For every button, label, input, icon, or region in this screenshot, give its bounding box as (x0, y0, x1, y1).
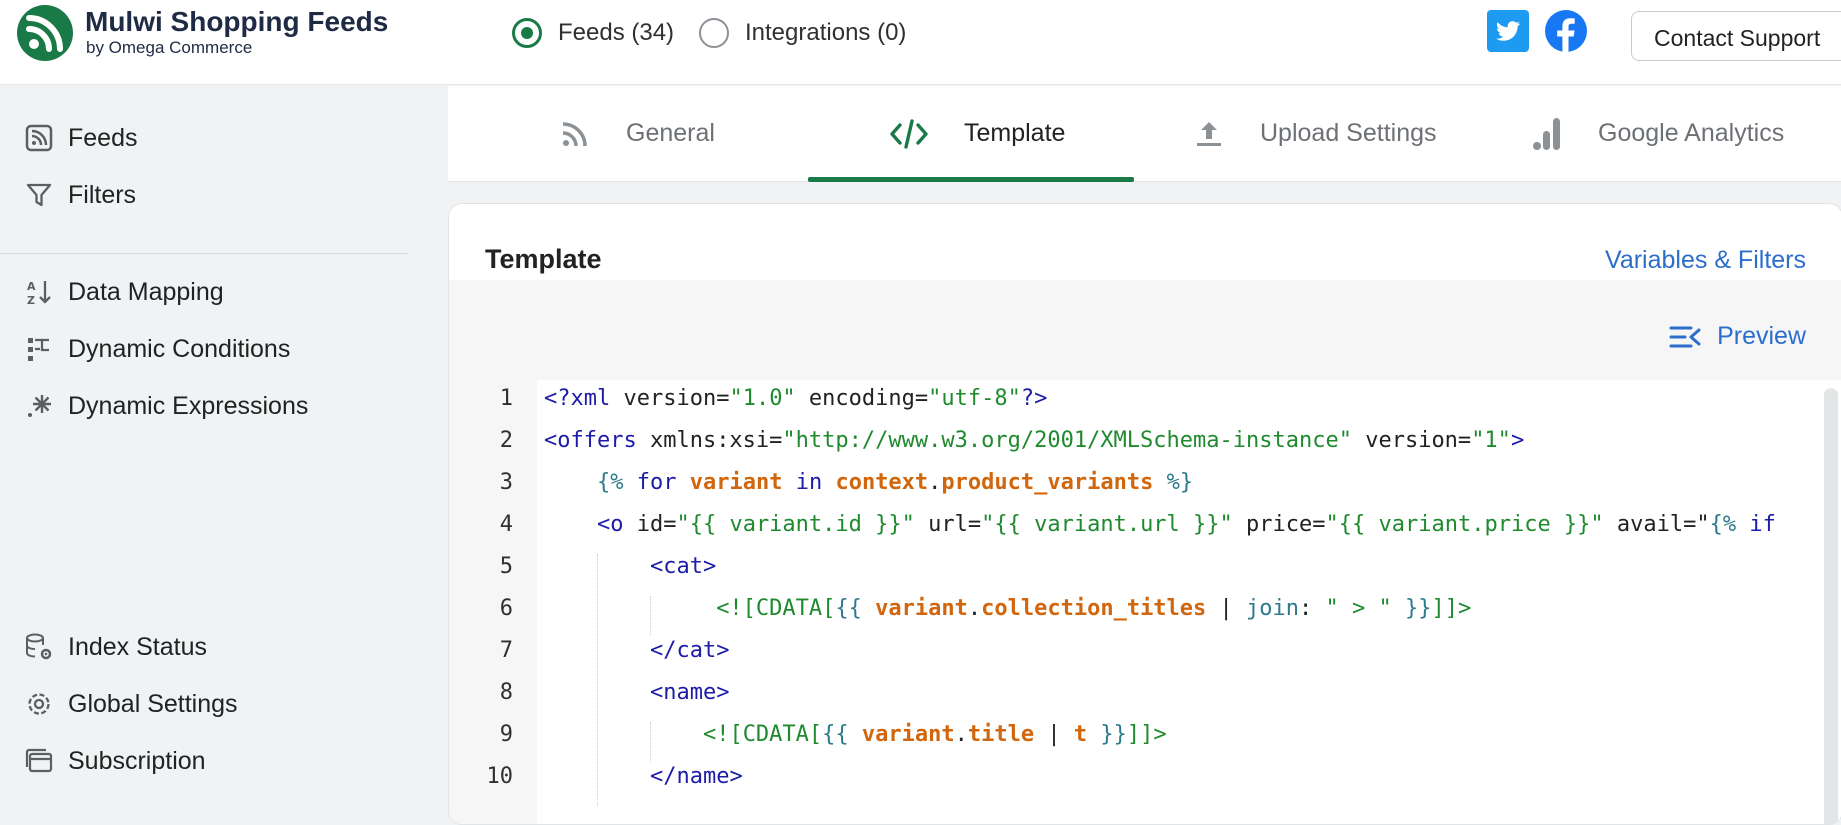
facebook-icon[interactable] (1545, 10, 1587, 52)
editor-toolbar: Preview (449, 280, 1841, 380)
code-line: </cat> (649, 638, 730, 663)
editor-scrollbar[interactable] (1824, 388, 1838, 824)
svg-text:A: A (27, 280, 36, 293)
sidebar-item-index-status[interactable]: Index Status (22, 627, 207, 667)
tab-label: General (626, 119, 715, 147)
rss-icon (560, 119, 590, 149)
contact-support-button[interactable]: Contact Support (1631, 11, 1841, 61)
sort-az-icon: AZ (22, 275, 56, 309)
sidebar-item-label: Filters (68, 180, 137, 209)
sidebar-item-label: Global Settings (68, 689, 238, 718)
radio-selected-icon (512, 18, 542, 48)
gear-icon (22, 687, 56, 721)
code-line: <![CDATA[{{ variant.title | t }}]]> (702, 722, 1167, 747)
line-number: 1 (499, 386, 513, 411)
feed-tabs: General Template Upload Settings Google … (448, 86, 1841, 182)
preview-icon (1669, 326, 1701, 347)
radio-unselected-icon (699, 18, 729, 48)
sidebar-item-label: Subscription (68, 746, 206, 775)
database-gear-icon (22, 630, 56, 664)
analytics-icon (1532, 117, 1562, 151)
line-gutter: 1 2 3 4 5 6 7 8 9 10 (449, 380, 537, 824)
card-title: Template (485, 244, 602, 274)
rss-icon (22, 121, 56, 155)
tab-upload-settings[interactable]: Upload Settings (1194, 86, 1437, 181)
line-number: 7 (499, 638, 513, 663)
line-number: 6 (499, 596, 513, 621)
sidebar-item-label: Data Mapping (68, 277, 224, 306)
code-line: <cat> (649, 554, 717, 579)
tab-general[interactable]: General (560, 86, 715, 181)
line-number: 4 (499, 512, 513, 537)
code-icon (890, 118, 928, 149)
sidebar-item-feeds[interactable]: Feeds (22, 118, 137, 158)
sidebar-item-dynamic-conditions[interactable]: Dynamic Conditions (22, 329, 290, 369)
code-line: <o id="{{ variant.id }}" url="{{ variant… (596, 512, 1776, 537)
filter-icon (22, 178, 56, 212)
sidebar-item-label: Dynamic Conditions (68, 334, 291, 363)
template-card: Template Variables & Filters Preview 1 2… (448, 203, 1841, 825)
code-line: <![CDATA[{{ variant.collection_titles | … (716, 596, 1472, 621)
sidebar-item-label: Dynamic Expressions (68, 391, 309, 420)
preview-label: Preview (1717, 322, 1806, 350)
integrations-radio-label: Integrations (0) (745, 19, 907, 46)
preview-button[interactable]: Preview (1669, 322, 1806, 351)
line-number: 5 (499, 554, 513, 579)
sidebar-item-data-mapping[interactable]: AZ Data Mapping (22, 272, 224, 312)
twitter-icon[interactable] (1487, 10, 1529, 52)
tab-google-analytics[interactable]: Google Analytics (1532, 86, 1784, 181)
svg-text:Z: Z (27, 294, 35, 306)
code-line: <offers xmlns:xsi="http://www.w3.org/200… (544, 428, 1525, 453)
brand-name: Mulwi Shopping Feeds (85, 6, 389, 37)
line-number: 2 (499, 428, 513, 453)
variables-filters-link[interactable]: Variables & Filters (1605, 246, 1806, 275)
code-line: {% for variant in context.product_varian… (596, 470, 1194, 495)
line-number: 10 (486, 764, 514, 789)
upload-icon (1194, 119, 1224, 149)
sidebar-item-subscription[interactable]: Subscription (22, 741, 206, 781)
logo-rss-icon (17, 5, 73, 61)
tab-label: Template (964, 119, 1066, 147)
sidebar-item-label: Feeds (68, 123, 138, 152)
line-number: 9 (499, 722, 513, 747)
tab-template[interactable]: Template (890, 86, 1065, 181)
card-stack-icon (22, 744, 56, 778)
code-line: <name> (649, 680, 730, 705)
line-number: 8 (499, 680, 513, 705)
integrations-radio[interactable]: Integrations (0) (699, 18, 906, 48)
sidebar-item-filters[interactable]: Filters (22, 175, 136, 215)
sidebar-item-label: Index Status (68, 632, 207, 661)
sidebar-item-dynamic-expressions[interactable]: Dynamic Expressions (22, 386, 308, 426)
sidebar-item-global-settings[interactable]: Global Settings (22, 684, 238, 724)
feeds-radio[interactable]: Feeds (34) (512, 18, 674, 48)
code-editor[interactable]: 1 2 3 4 5 6 7 8 9 10 <?xml version="1.0"… (449, 380, 1841, 824)
code-line: <?xml version="1.0" encoding="utf-8"?> (544, 386, 1048, 411)
sparkle-icon (22, 389, 56, 423)
active-tab-indicator (808, 177, 1134, 182)
brand-subtitle: by Omega Commerce (86, 38, 253, 57)
top-bar: Mulwi Shopping Feeds by Omega Commerce F… (0, 0, 1841, 85)
branch-icon (22, 332, 56, 366)
tab-label: Google Analytics (1598, 119, 1785, 147)
code-line: </name> (649, 764, 743, 789)
feeds-radio-label: Feeds (34) (558, 19, 675, 46)
line-number: 3 (499, 470, 513, 495)
tab-label: Upload Settings (1260, 119, 1437, 147)
sidebar-divider (0, 253, 408, 254)
